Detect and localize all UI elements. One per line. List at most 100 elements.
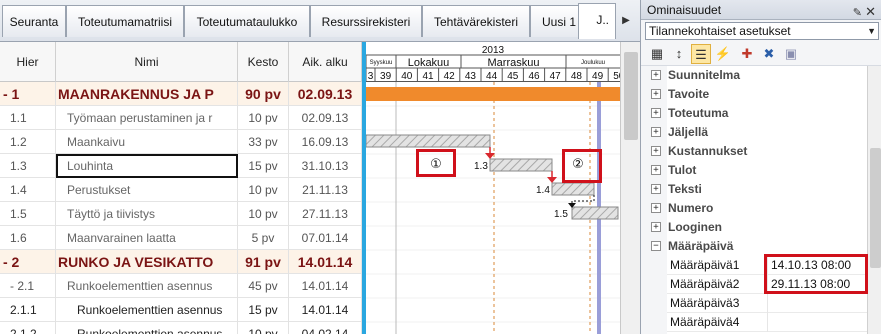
tab-scroll-right-icon[interactable]: ▶	[616, 6, 636, 36]
property-group[interactable]: + Looginen	[641, 218, 867, 237]
row-name[interactable]: Maankaivu	[56, 130, 238, 154]
table-row[interactable]: - 2 RUNKO JA VESIKATTO 91 pv 14.01.14	[0, 250, 362, 274]
tab-seuranta[interactable]: Seuranta	[2, 5, 66, 37]
row-hier[interactable]: - 1	[0, 82, 56, 106]
row-name[interactable]: Perustukset	[56, 178, 238, 202]
collapse-icon[interactable]: −	[651, 241, 661, 251]
row-name[interactable]: Täyttö ja tiivistys	[56, 202, 238, 226]
row-hier[interactable]: 2.1.2	[0, 322, 56, 334]
row-start[interactable]: 14.01.14	[289, 274, 362, 298]
row-start[interactable]: 21.11.13	[289, 178, 362, 202]
table-row[interactable]: 1.2 Maankaivu 33 pv 16.09.13	[0, 130, 362, 154]
row-name[interactable]: RUNKO JA VESIKATTO	[56, 250, 238, 274]
settings-selector[interactable]: Tilannekohtaiset asetukset ▼	[645, 22, 879, 40]
row-hier[interactable]: 1.3	[0, 154, 56, 178]
property-value[interactable]	[767, 294, 867, 313]
scroll-thumb[interactable]	[624, 52, 638, 140]
table-row[interactable]: - 2.1 Runkoelementtien asennus 45 pv 14.01.…	[0, 274, 362, 298]
tab-active[interactable]: J..	[578, 3, 616, 39]
close-icon[interactable]: ✕	[865, 2, 876, 22]
expand-icon[interactable]: +	[651, 184, 661, 194]
gantt-chart[interactable]: 2013 Syyskuu Lokakuu Marraskuu Joulukuu 3 39 40…	[366, 42, 620, 334]
row-start[interactable]: 16.09.13	[289, 130, 362, 154]
column-header-name[interactable]: Nimi	[56, 42, 238, 82]
expand-icon[interactable]: +	[651, 203, 661, 213]
pin-icon[interactable]: ✎	[853, 3, 862, 23]
chevron-down-icon[interactable]: ▼	[867, 23, 876, 39]
column-header-start[interactable]: Aik. alku	[289, 42, 362, 82]
property-group[interactable]: + Teksti	[641, 180, 867, 199]
property-value[interactable]	[767, 313, 867, 332]
column-header-duration[interactable]: Kesto	[238, 42, 289, 82]
row-hier[interactable]: - 2.1	[0, 274, 56, 298]
table-row[interactable]: 1.3 Louhinta 15 pv 31.10.13	[0, 154, 362, 178]
categorized-icon[interactable]: ▦	[647, 44, 667, 64]
row-start[interactable]: 07.01.14	[289, 226, 362, 250]
save-icon[interactable]: ▣	[781, 44, 801, 64]
row-name[interactable]: Työmaan perustaminen ja r	[56, 106, 238, 130]
row-start[interactable]: 02.09.13	[289, 106, 362, 130]
row-duration[interactable]: 90 pv	[238, 82, 289, 106]
property-group[interactable]: + Toteutuma	[641, 104, 867, 123]
row-duration[interactable]: 91 pv	[238, 250, 289, 274]
property-pages-icon[interactable]: ☰	[691, 44, 711, 64]
row-duration[interactable]: 15 pv	[238, 298, 289, 322]
row-hier[interactable]: 1.4	[0, 178, 56, 202]
row-name[interactable]: MAANRAKENNUS JA P	[56, 82, 238, 106]
row-name[interactable]: Runkoelementtien asennus	[56, 298, 238, 322]
row-duration[interactable]: 5 pv	[238, 226, 289, 250]
table-row[interactable]: 1.1 Työmaan perustaminen ja r 10 pv 02.09.1…	[0, 106, 362, 130]
row-duration[interactable]: 10 pv	[238, 322, 289, 334]
property-group[interactable]: + Kustannukset	[641, 142, 867, 161]
row-duration[interactable]: 45 pv	[238, 274, 289, 298]
row-duration[interactable]: 10 pv	[238, 202, 289, 226]
row-hier[interactable]: - 2	[0, 250, 56, 274]
property-group[interactable]: + Tulot	[641, 161, 867, 180]
expand-icon[interactable]: +	[651, 127, 661, 137]
tab-tehtavarekisteri[interactable]: Tehtävärekisteri	[422, 5, 530, 37]
expand-icon[interactable]: +	[651, 146, 661, 156]
row-name[interactable]: Maanvarainen laatta	[56, 226, 238, 250]
tab-toteutumamatriisi[interactable]: Toteutumamatriisi	[66, 5, 184, 37]
table-row[interactable]: 1.4 Perustukset 10 pv 21.11.13	[0, 178, 362, 202]
row-start[interactable]: 02.09.13	[289, 82, 362, 106]
row-duration[interactable]: 15 pv	[238, 154, 289, 178]
expand-icon[interactable]: +	[651, 165, 661, 175]
row-duration[interactable]: 33 pv	[238, 130, 289, 154]
row-hier[interactable]: 2.1.1	[0, 298, 56, 322]
sort-az-icon[interactable]: ↕	[669, 44, 689, 64]
property-group[interactable]: + Jäljellä	[641, 123, 867, 142]
row-hier[interactable]: 1.1	[0, 106, 56, 130]
property-row[interactable]: Määräpäivä3	[667, 294, 867, 313]
row-name[interactable]: Runkoelementtien asennus	[56, 322, 238, 334]
row-duration[interactable]: 10 pv	[238, 178, 289, 202]
table-row[interactable]: - 1 MAANRAKENNUS JA P 90 pv 02.09.13	[0, 82, 362, 106]
row-hier[interactable]: 1.2	[0, 130, 56, 154]
vertical-scrollbar[interactable]	[620, 42, 640, 334]
row-start[interactable]: 27.11.13	[289, 202, 362, 226]
expand-icon[interactable]: +	[651, 89, 661, 99]
row-hier[interactable]: 1.5	[0, 202, 56, 226]
panel-scrollbar[interactable]	[867, 66, 881, 334]
add-property-icon[interactable]: ✚	[737, 44, 757, 64]
table-row[interactable]: 1.5 Täyttö ja tiivistys 10 pv 27.11.13	[0, 202, 362, 226]
table-row[interactable]: 1.6 Maanvarainen laatta 5 pv 07.01.14	[0, 226, 362, 250]
table-row[interactable]: 2.1.2 Runkoelementtien asennus 10 pv 04.02.…	[0, 322, 362, 334]
table-row[interactable]: 2.1.1 Runkoelementtien asennus 15 pv 14.01.…	[0, 298, 362, 322]
row-start[interactable]: 04.02.14	[289, 322, 362, 334]
tab-toteutumataulukko[interactable]: Toteutumataulukko	[184, 5, 310, 37]
row-start[interactable]: 31.10.13	[289, 154, 362, 178]
panel-scroll-thumb[interactable]	[870, 148, 881, 268]
row-name[interactable]: Louhinta	[56, 154, 238, 178]
row-start[interactable]: 14.01.14	[289, 250, 362, 274]
expand-icon[interactable]: +	[651, 222, 661, 232]
events-icon[interactable]: ⚡	[713, 44, 733, 64]
column-header-hier[interactable]: Hier	[0, 42, 56, 82]
property-group[interactable]: + Suunnitelma	[641, 66, 867, 85]
property-group[interactable]: + Tavoite	[641, 85, 867, 104]
tab-resurssirekisteri[interactable]: Resurssirekisteri	[310, 5, 422, 37]
property-row[interactable]: Määräpäivä4	[667, 313, 867, 332]
expand-icon[interactable]: +	[651, 108, 661, 118]
row-start[interactable]: 14.01.14	[289, 298, 362, 322]
remove-property-icon[interactable]: ✖	[759, 44, 779, 64]
